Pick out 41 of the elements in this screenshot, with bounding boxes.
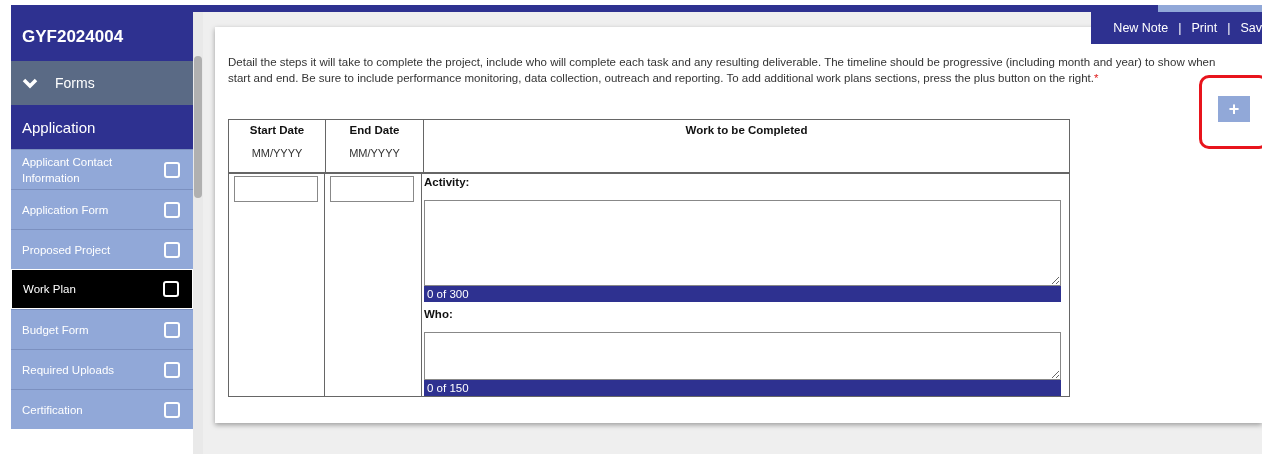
chevron-down-icon bbox=[22, 77, 38, 89]
action-link[interactable]: Sav bbox=[1240, 21, 1262, 35]
add-button[interactable]: + bbox=[1218, 96, 1250, 122]
character-counter: 0 of 300 bbox=[424, 286, 1061, 302]
checkbox[interactable] bbox=[164, 321, 180, 338]
checkbox[interactable] bbox=[164, 161, 180, 178]
column-heading: Start Date bbox=[249, 124, 305, 136]
end-date-field[interactable] bbox=[330, 176, 414, 202]
application-header: Application bbox=[11, 105, 193, 149]
start-date-field[interactable] bbox=[234, 176, 318, 202]
text-area[interactable] bbox=[424, 332, 1061, 380]
text-area[interactable] bbox=[424, 200, 1061, 286]
column-heading: Work to be Completed bbox=[685, 124, 808, 136]
field-label: Who: bbox=[424, 308, 454, 322]
scrollbar-thumb[interactable] bbox=[194, 56, 202, 198]
checkbox[interactable] bbox=[164, 241, 180, 258]
separator: | bbox=[1178, 21, 1182, 35]
character-counter: 0 of 150 bbox=[424, 380, 1061, 396]
column-heading: End Date bbox=[349, 124, 400, 136]
date-format-hint: MM/YYYY bbox=[349, 147, 400, 159]
checkbox[interactable] bbox=[164, 201, 180, 218]
separator: | bbox=[1227, 21, 1231, 35]
project-title: GYF2024004 bbox=[11, 12, 193, 61]
sidebar-item[interactable]: Proposed Project bbox=[11, 229, 193, 269]
checkbox[interactable] bbox=[164, 361, 180, 378]
sidebar-item[interactable]: Budget Form bbox=[11, 309, 193, 349]
sidebar-item[interactable]: Required Uploads bbox=[11, 349, 193, 389]
date-format-hint: MM/YYYY bbox=[251, 147, 303, 159]
action-link[interactable]: Print bbox=[1191, 21, 1218, 35]
sidebar-item[interactable]: Work Plan bbox=[11, 269, 193, 309]
instruction-text: start and end. Be sure to include performance monitoring, data collection, outreach and reporting. To add additional work plans sections, press the plus button on the right.* bbox=[228, 71, 1100, 86]
sidebar-item[interactable]: Certification bbox=[11, 389, 193, 429]
checkbox[interactable] bbox=[163, 281, 179, 297]
action-link[interactable]: New Note bbox=[1113, 21, 1169, 35]
instruction-text: Detail the steps it will take to complete the project, include who will complete each task and any resulting deliverable. The timeline should be progressive (including month and year) to show when bbox=[228, 55, 1217, 70]
sidebar-item[interactable]: Applicant Contact Information bbox=[11, 149, 193, 189]
field-label: Activity: bbox=[424, 176, 471, 190]
required-mark: * bbox=[1094, 72, 1099, 84]
sidebar-item[interactable]: Application Form bbox=[11, 189, 193, 229]
checkbox[interactable] bbox=[164, 401, 180, 418]
forms-section-header[interactable]: Forms bbox=[11, 61, 193, 105]
